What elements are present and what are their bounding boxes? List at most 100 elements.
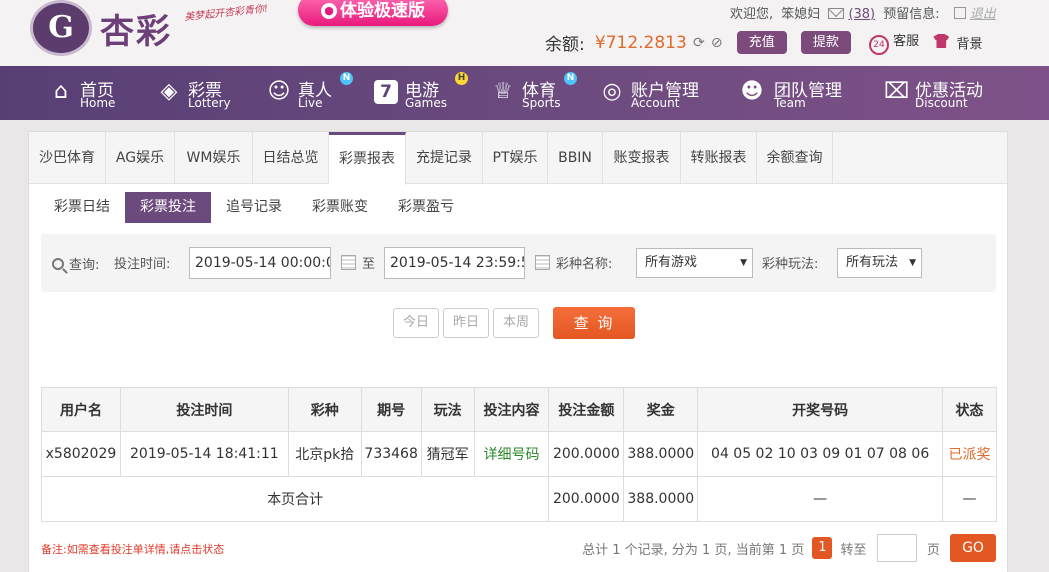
summary-row: 本页合计 200.0000 388.0000 — —	[40, 476, 997, 522]
report-panel: 沙巴体育 AG娱乐 WM娱乐 日结总览 彩票报表 充提记录 PT娱乐 BBIN …	[28, 131, 1008, 572]
nav-games[interactable]: 7 电游 Games H	[374, 66, 474, 120]
col-issue: 期号	[360, 387, 422, 432]
hide-balance-icon[interactable]: ⊘	[711, 35, 723, 51]
tab-bbin[interactable]: BBIN	[548, 132, 603, 184]
col-bet-time: 投注时间	[119, 387, 289, 432]
subtab-chase-records[interactable]: 追号记录	[213, 192, 295, 223]
game-name-select[interactable]: 所有游戏 ▼	[636, 248, 753, 278]
search-icon	[52, 258, 64, 270]
nav-sports[interactable]: ♕ 体育 Sports N	[491, 66, 581, 120]
nav-home-en: Home	[80, 96, 116, 110]
cell-prize: 388.0000	[623, 431, 699, 477]
logo-text: 杏彩	[100, 12, 172, 52]
trophy-icon: ♕	[493, 79, 513, 104]
subtab-lottery-profit[interactable]: 彩票盈亏	[383, 192, 469, 223]
background-link[interactable]: 背景	[956, 33, 982, 52]
calendar-icon[interactable]	[535, 255, 550, 270]
tab-wm[interactable]: WM娱乐	[175, 132, 253, 184]
col-draw-numbers: 开奖号码	[697, 387, 944, 432]
summary-label: 本页合计	[40, 476, 550, 522]
refresh-icon[interactable]: ⟳	[693, 35, 705, 51]
customer-service-label: 客服	[893, 34, 920, 49]
page-number-input[interactable]	[876, 534, 917, 562]
nav-team-en: Team	[774, 96, 806, 110]
balance-label: 余额:	[545, 35, 585, 55]
table-row: x5802029 2019-05-14 18:41:11 北京pk拾 73346…	[41, 431, 997, 477]
subtab-lottery-changes[interactable]: 彩票账变	[297, 192, 383, 223]
this-week-button[interactable]: 本周	[493, 308, 539, 338]
bet-detail-link[interactable]: 详细号码	[473, 431, 550, 477]
subtab-lottery-daily[interactable]: 彩票日结	[41, 192, 123, 223]
tab-ag[interactable]: AG娱乐	[106, 132, 175, 184]
team-icon: ☻	[740, 79, 764, 104]
col-bet-content: 投注内容	[473, 387, 550, 432]
play-type-label: 彩种玩法:	[762, 257, 819, 272]
nav-home[interactable]: ⌂ 首页 Home	[49, 66, 129, 120]
col-play: 玩法	[420, 387, 475, 432]
nav-sports-en: Sports	[522, 96, 561, 110]
site-logo[interactable]: G 杏彩 美梦起开杏彩青你!	[28, 0, 278, 58]
play-type-select[interactable]: 所有玩法 ▼	[837, 248, 922, 278]
tab-saba-sports[interactable]: 沙巴体育	[29, 132, 106, 184]
game-name-label: 彩种名称:	[556, 257, 613, 272]
nav-account[interactable]: ◎ 账户管理 Account	[600, 66, 710, 120]
status-link[interactable]: 已派奖	[942, 431, 997, 477]
summary-amount: 200.0000	[548, 476, 625, 522]
tab-transfer-report[interactable]: 转账报表	[681, 132, 757, 184]
subtab-lottery-bets[interactable]: 彩票投注	[125, 192, 211, 223]
gift-icon: ⌧	[884, 79, 910, 104]
goto-label: 转至	[840, 542, 867, 558]
tab-balance-change[interactable]: 账变报表	[603, 132, 681, 184]
summary-status: —	[942, 476, 997, 522]
cell-lottery: 北京pk拾	[287, 431, 362, 477]
yesterday-button[interactable]: 昨日	[443, 308, 489, 338]
pagination: 总计 1 个记录, 分为 1 页, 当前第 1 页 1 转至 页 GO	[582, 534, 996, 562]
customer-service-link[interactable]: 24 客服	[869, 30, 919, 55]
balance-value: ¥712.2813	[594, 32, 687, 53]
calendar-icon[interactable]	[341, 255, 356, 270]
bet-records-table: 用户名 投注时间 彩种 期号 玩法 投注内容 投注金额 奖金 开奖号码 状态 x…	[40, 387, 997, 522]
col-username: 用户名	[41, 387, 121, 432]
summary-numbers: —	[697, 476, 944, 522]
customer-service-icon: 24	[869, 35, 890, 55]
recharge-button[interactable]: 充值	[736, 31, 787, 54]
today-button[interactable]: 今日	[393, 308, 439, 338]
tab-lottery-report[interactable]: 彩票报表	[329, 132, 406, 185]
nav-discount[interactable]: ⌧ 优惠活动 Discount	[884, 66, 994, 120]
nav-live[interactable]: ☺ 真人 Live N	[267, 66, 357, 120]
mail-icon[interactable]	[828, 8, 845, 19]
account-icon: ◎	[602, 79, 622, 104]
game-name-value: 所有游戏	[645, 255, 698, 270]
tab-deposit-withdraw[interactable]: 充提记录	[406, 132, 483, 184]
col-bet-amount: 投注金额	[548, 387, 625, 432]
trial-fast-version-button[interactable]: ● 体验极速版	[298, 0, 448, 26]
nav-account-en: Account	[631, 96, 680, 110]
tab-daily-overview[interactable]: 日结总览	[253, 132, 329, 184]
nav-sports-badge: N	[564, 72, 577, 85]
nav-team[interactable]: ☻ 团队管理 Team	[740, 66, 850, 120]
tab-balance-query[interactable]: 余额查询	[757, 132, 833, 184]
current-page-button[interactable]: 1	[812, 537, 833, 559]
message-count[interactable]: (38)	[848, 7, 875, 22]
start-time-input[interactable]: 2019-05-14 00:00:00	[189, 247, 331, 279]
end-time-input[interactable]: 2019-05-14 23:59:59	[384, 247, 525, 279]
go-button[interactable]: GO	[950, 534, 996, 562]
tab-pt[interactable]: PT娱乐	[483, 132, 548, 184]
username: 笨媳妇	[781, 7, 821, 22]
bet-time-label: 投注时间:	[114, 257, 171, 272]
query-submit-button[interactable]: 查 询	[553, 307, 635, 339]
cell-bet-time: 2019-05-14 18:41:11	[119, 431, 289, 477]
withdraw-button[interactable]: 提款	[800, 31, 851, 54]
summary-prize: 388.0000	[623, 476, 699, 522]
pager-summary: 总计 1 个记录, 分为 1 页, 当前第 1 页	[582, 542, 805, 558]
nav-lottery[interactable]: ◈ 彩票 Lottery	[157, 66, 237, 120]
chevron-down-icon: ▼	[909, 258, 916, 268]
balance-row: 余额: ¥712.2813 ⟳ ⊘ 充值 提款 24 客服 背景	[545, 30, 982, 56]
logout-link[interactable]: 退出	[970, 7, 996, 22]
cell-username: x5802029	[41, 431, 121, 477]
trial-fast-version-label: 体验极速版	[340, 1, 425, 21]
shirt-icon[interactable]	[933, 34, 950, 48]
edit-icon[interactable]	[953, 7, 966, 19]
main-nav: ⌂ 首页 Home ◈ 彩票 Lottery ☺ 真人 Live N 7 电游 …	[0, 66, 1049, 120]
nav-live-en: Live	[298, 96, 323, 110]
